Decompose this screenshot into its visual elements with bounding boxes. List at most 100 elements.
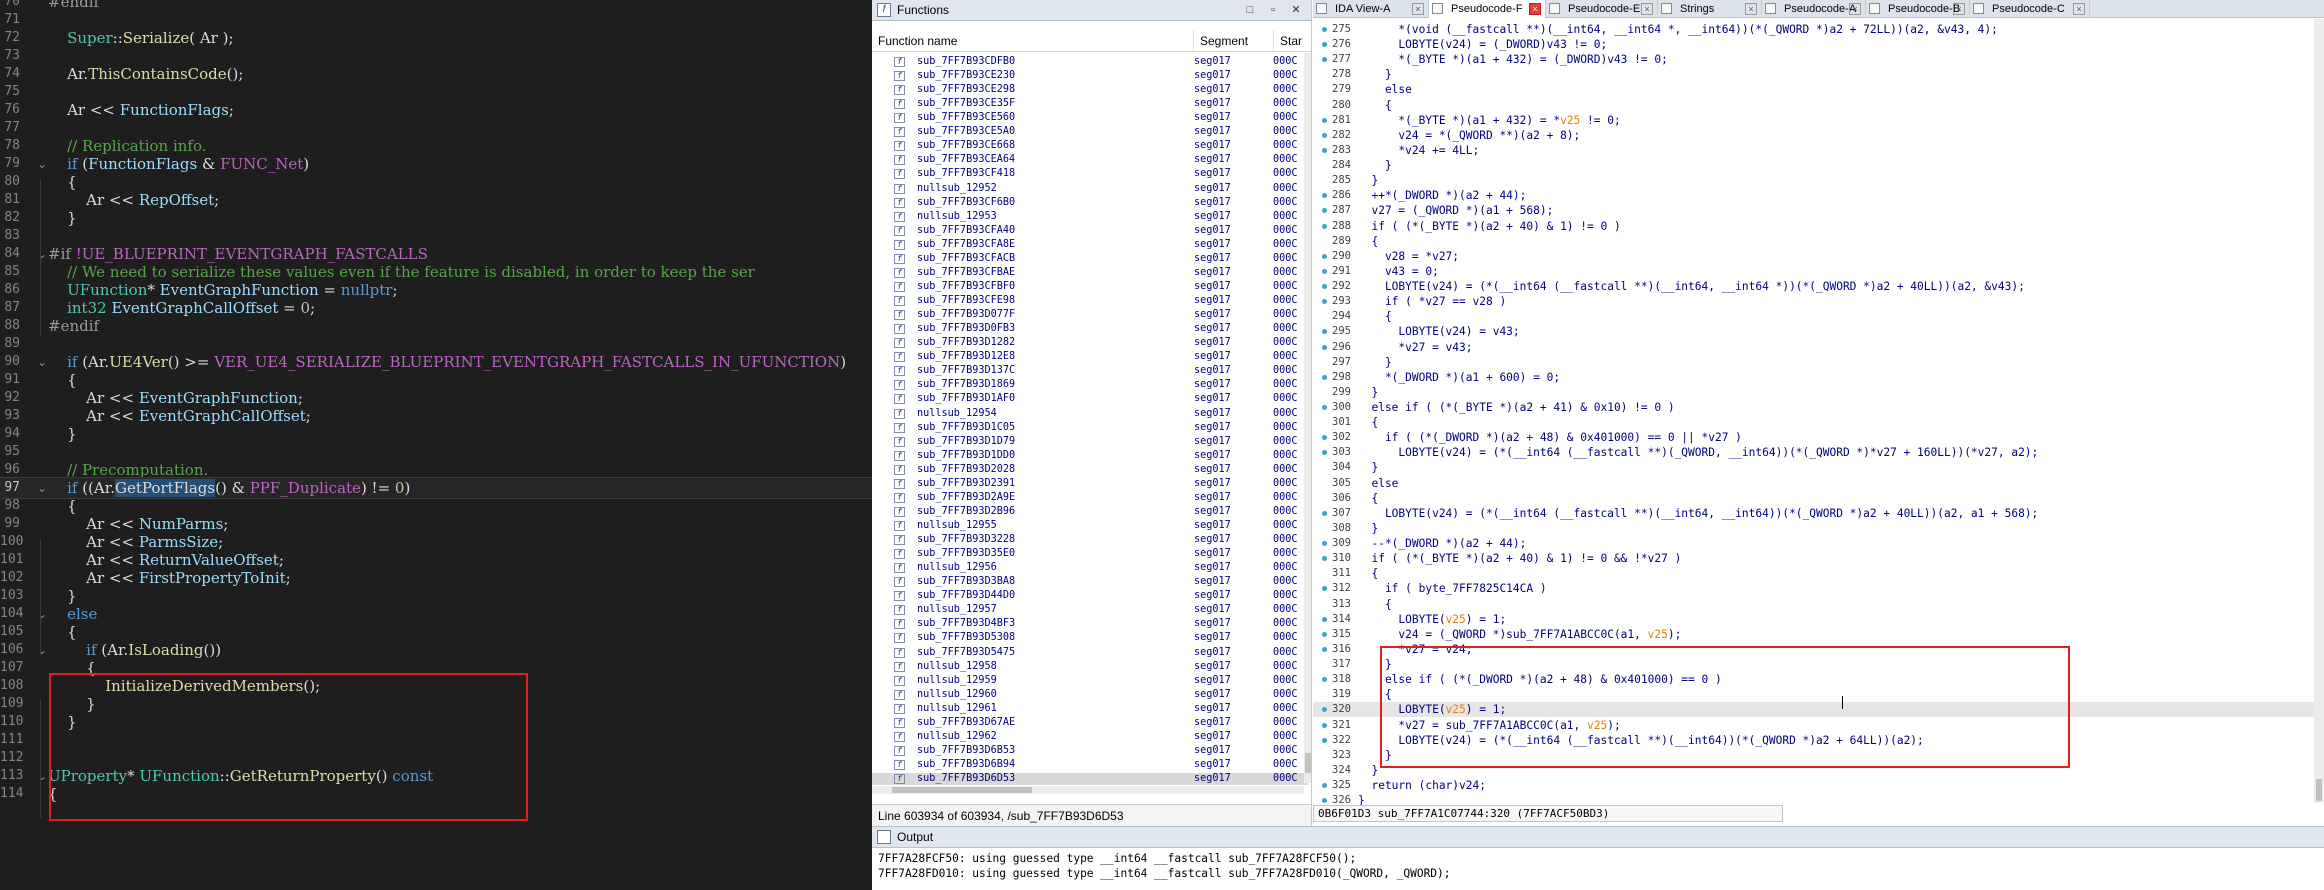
fold-chevron-icon[interactable]: ⌄ [37,478,47,498]
breakpoint-dot-icon[interactable] [1322,27,1327,32]
function-row[interactable]: f sub_7FF7B93D1DD0 seg017 000C [872,450,1308,462]
function-row[interactable]: f sub_7FF7B93CFA40 seg017 000C [872,225,1308,237]
pseudocode-line[interactable]: 299 } [1313,385,2324,400]
fold-chevron-icon[interactable]: ⌄ [37,766,47,786]
code-line[interactable]: 84 ⌄ #if !UE_BLUEPRINT_EVENTGRAPH_FASTCALL… [0,244,872,264]
breakpoint-dot-icon[interactable] [1322,268,1327,274]
code-line[interactable]: 81 Ar << RepOffset; [0,190,872,210]
source-editor[interactable]: 70 #endif 71 72 Super::Serialize( Ar ); 73 74… [0,0,872,890]
tab-ida-view-a[interactable]: IDA View-A × [1313,0,1429,18]
function-row[interactable]: f sub_7FF7B93D1D79 seg017 000C [872,436,1308,448]
pseudocode-line[interactable]: 307 LOBYTE(v24) = (*(__int64 (__fastcall… [1313,506,2324,521]
function-row[interactable]: f sub_7FF7B93CFACB seg017 000C [872,253,1308,265]
breakpoint-dot-icon[interactable] [1322,510,1327,516]
pseudocode-line[interactable]: 296 *v27 = v43; [1313,340,2324,355]
maximize-button[interactable]: □ [1242,2,1258,18]
code-line[interactable]: 96 // Precomputation. [0,460,872,480]
pseudocode-line[interactable]: 302 if ( (*(_DWORD *)(a2 + 48) & 0x40100… [1313,430,2324,445]
pseudocode-line[interactable]: 291 v43 = 0; [1313,264,2324,279]
pseudocode-line[interactable]: 310 if ( (*(_BYTE *)(a2 + 40) & 1) != 0 … [1313,551,2324,566]
pseudocode-line[interactable]: 315 v24 = (_QWORD *)sub_7FF7A1ABCC0C(a1,… [1313,627,2324,642]
breakpoint-dot-icon[interactable] [1322,722,1327,728]
breakpoint-dot-icon[interactable] [1322,798,1327,804]
functions-horizontal-scrollbar[interactable] [872,786,1304,794]
output-window[interactable]: Output 7FF7A28FCF50: using guessed type … [872,826,2324,890]
function-row[interactable]: f sub_7FF7B93D5475 seg017 000C [872,647,1308,659]
scroll-thumb[interactable] [1305,753,1311,773]
pseudocode-line[interactable]: 275 *(void (__fastcall **)(__int64, __in… [1313,22,2324,37]
code-line[interactable]: 101 Ar << ReturnValueOffset; [0,550,872,570]
pseudocode-line[interactable]: 303 LOBYTE(v24) = (*(__int64 (__fastcall… [1313,445,2324,460]
breakpoint-dot-icon[interactable] [1322,677,1327,683]
function-row[interactable]: f nullsub_12962 seg017 000C [872,731,1308,743]
code-line[interactable]: 103 } [0,586,872,606]
pseudocode-line[interactable]: 309 --*(_DWORD *)(a2 + 44); [1313,536,2324,551]
pseudocode-line[interactable]: 283 *v24 += 4LL; [1313,143,2324,158]
code-line[interactable]: 76 Ar << FunctionFlags; [0,100,872,120]
function-row[interactable]: f sub_7FF7B93CE560 seg017 000C [872,112,1308,124]
pseudocode-line[interactable]: 287 v27 = (_QWORD *)(a1 + 568); [1313,203,2324,218]
pseudocode-line[interactable]: 278 } [1313,67,2324,82]
function-row[interactable]: f sub_7FF7B93D5308 seg017 000C [872,632,1308,644]
breakpoint-dot-icon[interactable] [1322,405,1327,410]
fold-chevron-icon[interactable]: ⌄ [37,604,47,624]
breakpoint-dot-icon[interactable] [1322,737,1327,743]
function-row[interactable]: f sub_7FF7B93D0FB3 seg017 000C [872,323,1308,335]
pseudocode-line[interactable]: 280 { [1313,98,2324,113]
pseudocode-line[interactable]: 297 } [1313,355,2324,370]
breakpoint-dot-icon[interactable] [1322,42,1327,48]
code-line[interactable]: 78 // Replication info. [0,136,872,156]
pseudocode-line[interactable]: 289 { [1313,234,2324,249]
breakpoint-dot-icon[interactable] [1322,435,1327,441]
pseudocode-line[interactable]: 279 else [1313,82,2324,97]
code-line[interactable]: 71 [0,10,872,30]
breakpoint-dot-icon[interactable] [1322,631,1327,637]
pseudocode-line[interactable]: 285 } [1313,173,2324,188]
pseudocode-vertical-scrollbar[interactable] [2314,19,2324,803]
breakpoint-dot-icon[interactable] [1322,208,1327,214]
function-row[interactable]: f sub_7FF7B93D2B96 seg017 000C [872,506,1308,518]
breakpoint-dot-icon[interactable] [1322,344,1327,350]
pseudocode-line[interactable]: 281 *(_BYTE *)(a1 + 432) = *v25 != 0; [1313,113,2324,128]
code-line[interactable]: 92 Ar << EventGraphFunction; [0,388,872,408]
function-row[interactable]: f sub_7FF7B93D67AE seg017 000C [872,717,1308,729]
breakpoint-dot-icon[interactable] [1322,556,1327,562]
function-row[interactable]: f sub_7FF7B93CE298 seg017 000C [872,84,1308,96]
function-row[interactable]: f sub_7FF7B93D2028 seg017 000C [872,464,1308,476]
function-row[interactable]: f sub_7FF7B93D1869 seg017 000C [872,379,1308,391]
function-row[interactable]: f nullsub_12961 seg017 000C [872,703,1308,715]
function-row[interactable]: f sub_7FF7B93CEA64 seg017 000C [872,154,1308,166]
close-button[interactable]: ✕ [1288,2,1304,18]
function-row[interactable]: f sub_7FF7B93D2A9E seg017 000C [872,492,1308,504]
code-line[interactable]: 97 ⌄ if ((Ar.GetPortFlags() & PPF_Duplica… [0,477,872,499]
breakpoint-dot-icon[interactable] [1322,450,1327,456]
function-row[interactable]: f nullsub_12953 seg017 000C [872,211,1308,223]
scroll-thumb[interactable] [892,787,1032,793]
close-tab-icon[interactable]: × [1745,3,1757,15]
close-tab-icon[interactable]: × [1412,3,1424,15]
function-row[interactable]: f sub_7FF7B93CE35F seg017 000C [872,98,1308,110]
pseudocode-line[interactable]: 294 { [1313,309,2324,324]
function-row[interactable]: f sub_7FF7B93D077F seg017 000C [872,309,1308,321]
code-line[interactable]: 75 [0,82,872,102]
code-line[interactable]: 87 int32 EventGraphCallOffset = 0; [0,298,872,318]
fold-chevron-icon[interactable]: ⌄ [37,640,47,660]
function-row[interactable]: f sub_7FF7B93CDFB0 seg017 000C [872,56,1308,68]
breakpoint-dot-icon[interactable] [1322,284,1327,290]
fold-chevron-icon[interactable]: ⌄ [37,244,47,264]
function-row[interactable]: f sub_7FF7B93D4BF3 seg017 000C [872,618,1308,630]
breakpoint-dot-icon[interactable] [1322,374,1327,380]
function-row[interactable]: f sub_7FF7B93D44D0 seg017 000C [872,590,1308,602]
code-line[interactable]: 74 Ar.ThisContainsCode(); [0,64,872,84]
function-row[interactable]: f sub_7FF7B93D3228 seg017 000C [872,534,1308,546]
column-header-name[interactable]: Function name [872,30,1194,52]
tab-pseudocode-f[interactable]: Pseudocode-F × [1429,0,1546,18]
function-row[interactable]: f nullsub_12957 seg017 000C [872,604,1308,616]
breakpoint-dot-icon[interactable] [1322,541,1327,547]
function-row[interactable]: f sub_7FF7B93D1282 seg017 000C [872,337,1308,349]
code-line[interactable]: 93 Ar << EventGraphCallOffset; [0,406,872,426]
function-row[interactable]: f sub_7FF7B93D6B94 seg017 000C [872,759,1308,771]
function-row[interactable]: f nullsub_12958 seg017 000C [872,661,1308,673]
tab-pseudocode-b[interactable]: Pseudocode-B × [1866,0,1970,18]
pseudocode-line[interactable]: 311 { [1313,566,2324,581]
